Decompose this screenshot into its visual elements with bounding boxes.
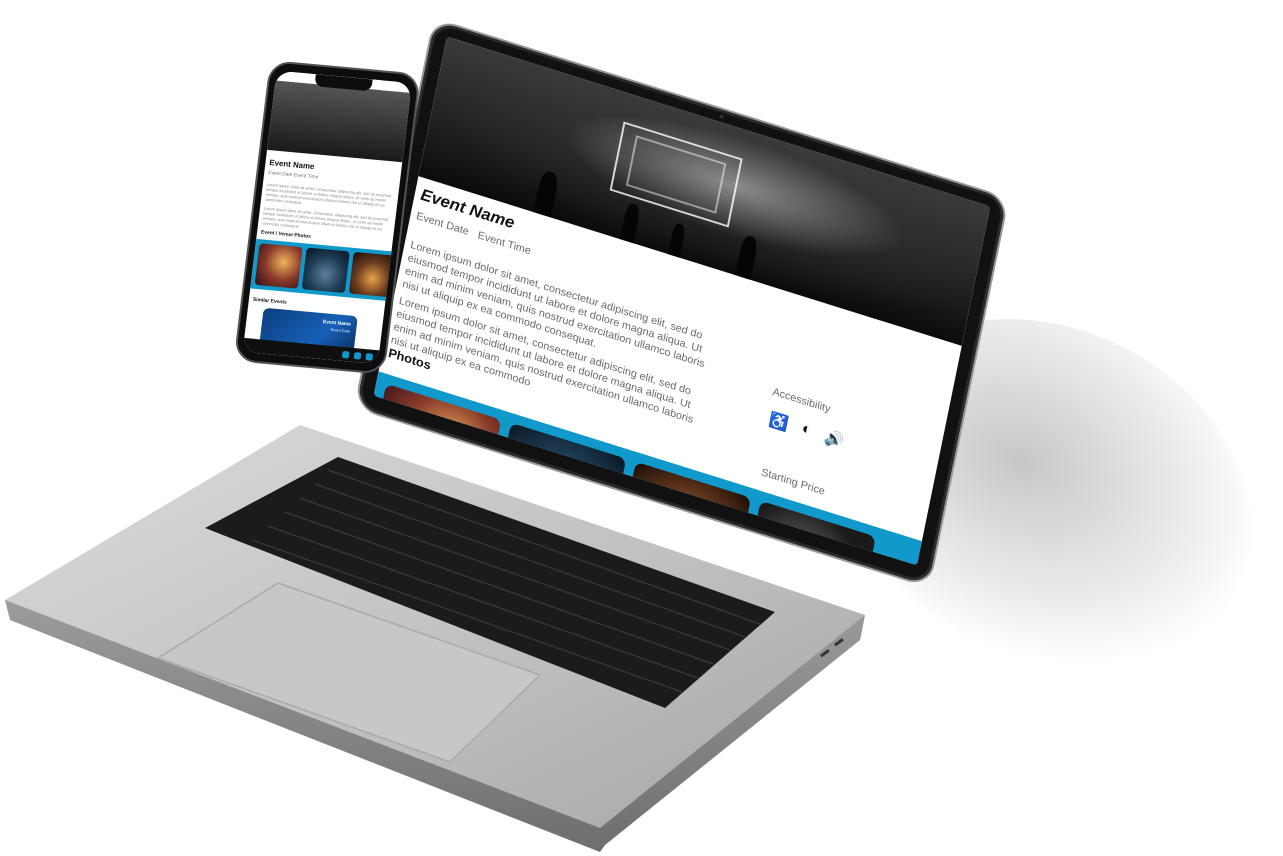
phone-photo[interactable] [348, 251, 397, 298]
accessibility-label: Accessibility [771, 386, 832, 416]
performer-silhouette [668, 222, 687, 258]
phone-photos-title: Event / Venue Photos [260, 229, 312, 240]
phone-screen: Event Name Event Date Event Time Lorem i… [242, 70, 412, 365]
phone-event-name: Event Name [268, 158, 315, 172]
event-time: Event Time [476, 229, 532, 258]
phone-photo[interactable] [301, 247, 350, 294]
twitter-icon[interactable] [365, 353, 374, 361]
phone-similar-events-title: Similar Events [252, 296, 287, 306]
performer-silhouette [533, 169, 560, 218]
phone-photo[interactable] [254, 243, 303, 289]
audio-description-icon: 🔊 [822, 429, 846, 451]
performer-silhouette [735, 234, 759, 280]
phone-event-date-time: Event Date Event Time [267, 169, 319, 181]
phone-card-event-name: Event Name [322, 319, 352, 328]
phone-photo-strip [250, 238, 397, 301]
phone-card-event-date: Event Date [330, 326, 351, 334]
instagram-icon[interactable] [353, 352, 362, 360]
facebook-icon[interactable] [341, 350, 350, 359]
camera-dot [719, 114, 724, 119]
performer-silhouette [620, 201, 642, 244]
low-vision-icon: ◐ [800, 420, 813, 439]
phone-hero-image [267, 80, 411, 163]
accessibility-icons: ♿ ◐ 🔊 [767, 410, 845, 452]
wheelchair-icon: ♿ [767, 411, 790, 434]
